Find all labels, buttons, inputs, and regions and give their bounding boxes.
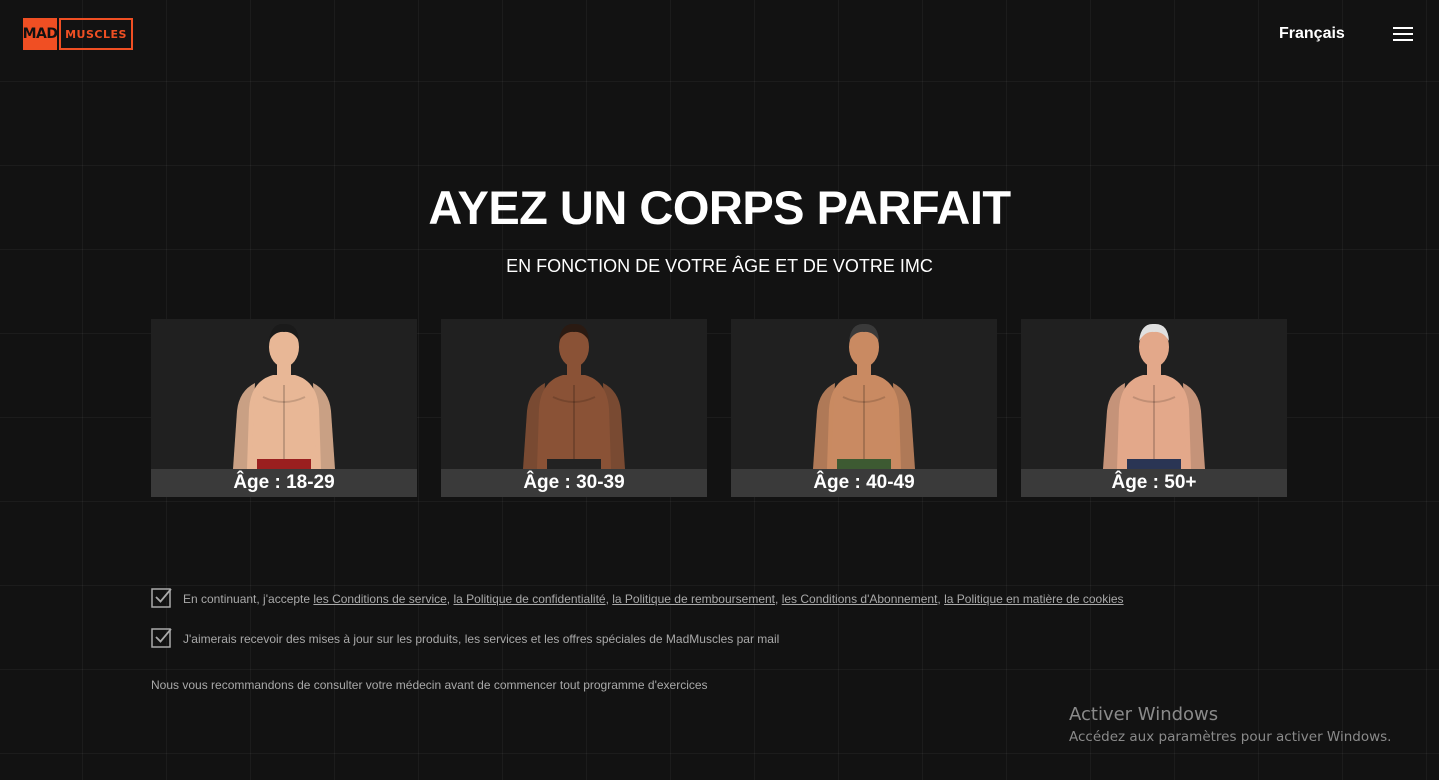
terms-consent-row: En continuant, j'accepte les Conditions … [151,588,1124,608]
language-selector[interactable]: Français [1279,25,1345,43]
link-privacy-policy[interactable]: la Politique de confidentialité [453,592,605,606]
link-refund-policy[interactable]: la Politique de remboursement [612,592,775,606]
man-figure-image [233,323,335,469]
medical-disclaimer: Nous vous recommandons de consulter votr… [151,678,708,692]
windows-activation-watermark: Activer Windows Accédez aux paramètres p… [1069,704,1391,745]
page-subtitle: EN FONCTION DE VOTRE ÂGE ET DE VOTRE IMC [506,256,933,276]
age-card-label: Âge : 30-39 [441,469,707,497]
watermark-title: Activer Windows [1069,704,1219,725]
age-card[interactable]: Âge : 40-49 [731,319,997,497]
link-terms-of-service[interactable]: les Conditions de service [313,592,446,606]
link-cookie-policy[interactable]: la Politique en matière de cookies [944,592,1123,606]
logo-muscles: MUSCLES [59,18,133,50]
age-card[interactable]: Âge : 18-29 [151,319,417,497]
hamburger-menu-icon[interactable] [1393,27,1413,41]
page-title: AYEZ UN CORPS PARFAIT [428,181,1011,234]
newsletter-consent-row: J'aimerais recevoir des mises à jour sur… [151,628,780,648]
age-card-label: Âge : 18-29 [151,469,417,497]
header: MAD MUSCLES Français [0,0,1439,70]
watermark-subtitle: Accédez aux paramètres pour activer Wind… [1069,729,1392,745]
logo-mad: MAD [23,18,58,50]
separator: , [775,592,782,606]
madmuscles-logo[interactable]: MAD MUSCLES [23,18,133,50]
checkbox-checked-icon[interactable] [151,626,173,648]
terms-consent-text: En continuant, j'accepte les Conditions … [183,592,1124,606]
terms-prefix: En continuant, j'accepte [183,592,314,606]
newsletter-consent-text: J'aimerais recevoir des mises à jour sur… [183,632,780,646]
age-card[interactable]: Âge : 30-39 [441,319,707,497]
man-figure-image [523,323,625,469]
age-card-label: Âge : 50+ [1021,469,1287,497]
man-figure-image [813,323,915,469]
age-card-label: Âge : 40-49 [731,469,997,497]
age-card[interactable]: Âge : 50+ [1021,319,1287,497]
link-subscription-terms[interactable]: les Conditions d'Abonnement [782,592,938,606]
checkbox-checked-icon[interactable] [151,586,173,608]
man-figure-image [1103,323,1205,469]
